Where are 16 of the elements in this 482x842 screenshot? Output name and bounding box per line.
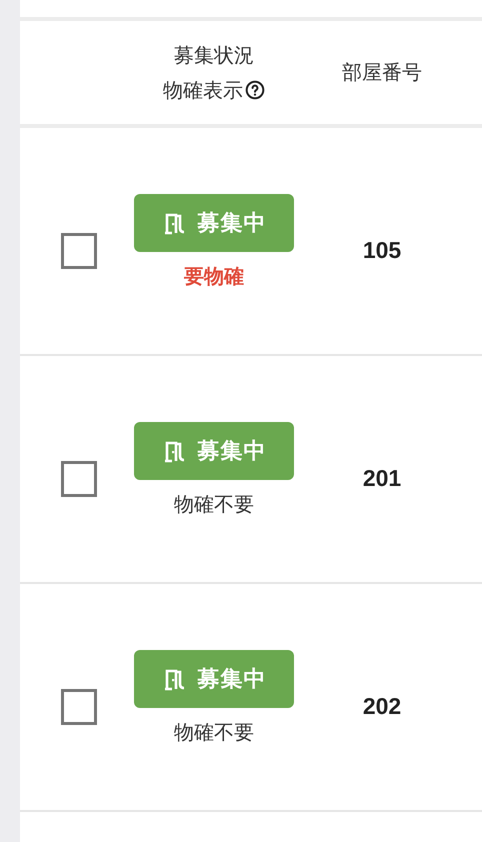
- confirmation-note: 物確不要: [174, 721, 254, 746]
- status-badge: 募集中: [134, 422, 294, 480]
- room-number: 201: [362, 464, 402, 492]
- column-header: 募集状況: [174, 44, 254, 68]
- status-badge: 募集中: [134, 194, 294, 252]
- checkbox[interactable]: [61, 233, 97, 269]
- checkbox[interactable]: [61, 689, 97, 725]
- room-number: 105: [362, 236, 402, 264]
- room-number: 202: [362, 692, 402, 720]
- help-icon[interactable]: [245, 80, 265, 100]
- status-badge: 募集中: [134, 650, 294, 708]
- column-header: 部屋番号: [342, 61, 422, 86]
- confirmation-note: 要物確: [184, 265, 244, 290]
- confirmation-note: 物確不要: [174, 493, 254, 518]
- checkbox[interactable]: [61, 461, 97, 497]
- column-header: 物確表示: [163, 78, 243, 104]
